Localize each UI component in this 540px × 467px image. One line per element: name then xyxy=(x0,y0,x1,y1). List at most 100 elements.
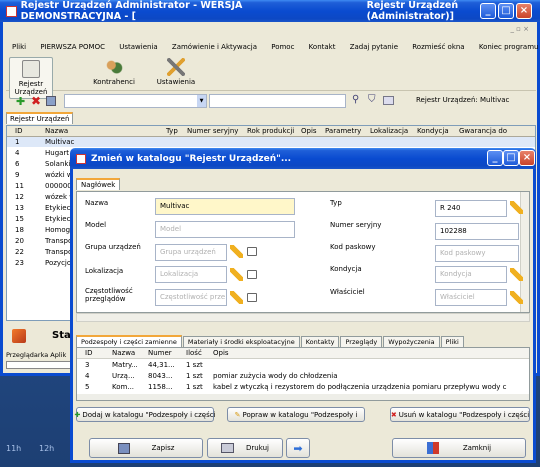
col-header[interactable]: Gwarancja do xyxy=(459,126,507,137)
menu-item[interactable]: Rozmieść okna xyxy=(412,43,464,51)
col-header[interactable]: Nazwa xyxy=(45,126,68,137)
filter-combo[interactable]: ▼ xyxy=(64,94,207,108)
col-header[interactable]: Numer xyxy=(148,348,172,359)
pencil-icon[interactable] xyxy=(510,291,523,304)
device-group-field[interactable]: Grupa urządzeń xyxy=(155,244,227,261)
tab-contacts[interactable]: Kontakty xyxy=(300,336,340,347)
cell-id: 20 xyxy=(15,237,24,245)
col-header[interactable]: Parametry xyxy=(325,126,361,137)
pencil-icon[interactable] xyxy=(230,245,243,258)
pencil-icon[interactable] xyxy=(510,268,523,281)
col-header[interactable]: Nazwa xyxy=(112,348,135,359)
dialog-minimize-button[interactable]: _ xyxy=(487,150,503,166)
col-header[interactable]: ID xyxy=(85,348,92,359)
menu-item[interactable]: Pliki xyxy=(12,43,26,51)
tab-inspections[interactable]: Przeglądy xyxy=(340,336,383,347)
dialog-maximize-button[interactable]: □ xyxy=(503,150,519,166)
serial-number-field[interactable]: 102288 xyxy=(435,223,519,240)
hour-label: 12h xyxy=(39,444,55,453)
pencil-icon[interactable] xyxy=(510,201,523,214)
pencil-icon[interactable] xyxy=(230,268,243,281)
delete-part-button[interactable]: ✖ Usuń w katalogu "Podzespoły i części xyxy=(390,407,530,422)
menu-item[interactable]: Zadaj pytanie xyxy=(350,43,398,51)
delete-icon[interactable]: ✖ xyxy=(31,94,41,108)
table-row[interactable]: 1 Multivac xyxy=(7,137,535,147)
chevron-down-icon: ▼ xyxy=(197,95,206,107)
cell: 3 xyxy=(85,361,90,369)
delete-icon: ✖ xyxy=(390,410,397,419)
tab-parts[interactable]: Podzespoły i części zamienne xyxy=(76,335,182,347)
toolbar-contractors-button[interactable]: Kontrahenci xyxy=(90,58,138,86)
tab-files[interactable]: Pliki xyxy=(440,336,464,347)
save-icon xyxy=(117,442,130,454)
grid-header: ID Nazwa Typ Numer seryjny Rok produkcji… xyxy=(7,126,535,137)
save-icon[interactable] xyxy=(46,96,56,106)
col-header[interactable]: Typ xyxy=(166,126,178,137)
edit-part-button[interactable]: ✎ Popraw w katalogu "Podzespoły i xyxy=(227,407,365,422)
progress-bar xyxy=(6,361,72,369)
location-label: Lokalizacja xyxy=(85,267,124,275)
col-header[interactable]: Rok produkcji xyxy=(247,126,294,137)
maximize-button[interactable]: □ xyxy=(498,3,514,19)
col-header[interactable]: Lokalizacja xyxy=(370,126,408,137)
clear-icon[interactable] xyxy=(247,270,257,279)
inspection-frequency-field[interactable]: Częstotliwość prze... xyxy=(155,289,227,306)
type-field[interactable]: R 240 xyxy=(435,200,507,217)
filter-icon[interactable]: ⛉ xyxy=(368,94,376,105)
inner-tab[interactable]: Rejestr Urządzeń xyxy=(6,112,74,124)
col-header[interactable]: ID xyxy=(15,126,22,137)
search-icon[interactable]: ⚲ xyxy=(352,94,359,105)
header-hscrollbar[interactable] xyxy=(76,313,530,322)
save-button[interactable]: Zapisz xyxy=(89,438,203,458)
barcode-field[interactable]: Kod paskowy xyxy=(435,245,519,262)
menu-item[interactable]: Kontakt xyxy=(309,43,336,51)
type-label: Typ xyxy=(330,199,342,207)
print-small-icon[interactable] xyxy=(383,96,394,105)
register-icon xyxy=(22,60,40,78)
table-row[interactable]: 5 Kom... 1158... 1 szt kabel z wtyczką i rez… xyxy=(77,382,529,392)
location-field[interactable]: Lokalizacja xyxy=(155,266,227,283)
menu-item[interactable]: PIERWSZA POMOC xyxy=(40,43,105,51)
serial-number-label: Numer seryjny xyxy=(330,221,382,229)
close-dialog-button[interactable]: Zamknij xyxy=(392,438,526,458)
col-header[interactable]: Numer seryjny xyxy=(187,126,238,137)
parts-hscrollbar[interactable] xyxy=(77,394,529,400)
contractors-icon xyxy=(105,58,123,76)
toolbar-settings-button[interactable]: Ustawienia xyxy=(154,58,198,86)
dialog-title-bar: Zmień w katalogu "Rejestr Urządzeń"... _… xyxy=(70,148,536,169)
next-arrow-button[interactable]: ➡ xyxy=(286,438,310,458)
col-header[interactable]: Kondycja xyxy=(417,126,449,137)
col-header[interactable]: Ilość xyxy=(186,348,202,359)
condition-field[interactable]: Kondycja xyxy=(435,266,507,283)
menu-item[interactable]: Koniec programu xyxy=(479,43,539,51)
add-icon[interactable]: ✚ xyxy=(16,95,25,108)
cell: pomiar zużycia wody do chłodzenia xyxy=(213,372,338,380)
clear-icon[interactable] xyxy=(247,247,257,256)
minimize-button[interactable]: _ xyxy=(480,3,496,19)
inspection-frequency-label: Częstotliwość przeglądów xyxy=(85,287,133,303)
tab-rentals[interactable]: Wypożyczenia xyxy=(383,336,440,347)
filter-search-input[interactable] xyxy=(209,94,346,108)
close-button[interactable]: × xyxy=(516,3,532,19)
pencil-icon[interactable] xyxy=(230,291,243,304)
toolbar-label: Ustawienia xyxy=(156,78,196,86)
menu-item[interactable]: Zamówienie i Aktywacja xyxy=(172,43,257,51)
dialog-close-button[interactable]: × xyxy=(519,150,535,166)
print-button[interactable]: Drukuj xyxy=(207,438,283,458)
menu-item[interactable]: Ustawienia xyxy=(119,43,157,51)
table-row[interactable]: 4 Urzą... 8043... 1 szt pomiar zużycia wody … xyxy=(77,371,529,381)
menu-item[interactable]: Pomoc xyxy=(271,43,294,51)
owner-field[interactable]: Właściciel xyxy=(435,289,507,306)
name-field[interactable]: Multivac xyxy=(155,198,295,215)
clear-icon[interactable] xyxy=(247,293,257,302)
tab-materials[interactable]: Materiały i środki eksploatacyjne xyxy=(182,336,300,347)
col-header[interactable]: Opis xyxy=(213,348,229,359)
header-panel: Nazwa Multivac Model Model Grupa urządze… xyxy=(76,191,530,313)
mdi-controls[interactable]: _ ▫ × xyxy=(510,25,529,33)
button-label: Dodaj w katalogu "Podzespoły i części xyxy=(82,410,216,419)
col-header[interactable]: Opis xyxy=(301,126,317,137)
table-row[interactable]: 3 Matry... 44,31... 1 szt xyxy=(77,360,529,370)
tab-header[interactable]: Nagłówek xyxy=(76,178,121,190)
add-part-button[interactable]: ✚ Dodaj w katalogu "Podzespoły i części xyxy=(74,407,216,422)
model-field[interactable]: Model xyxy=(155,221,295,238)
